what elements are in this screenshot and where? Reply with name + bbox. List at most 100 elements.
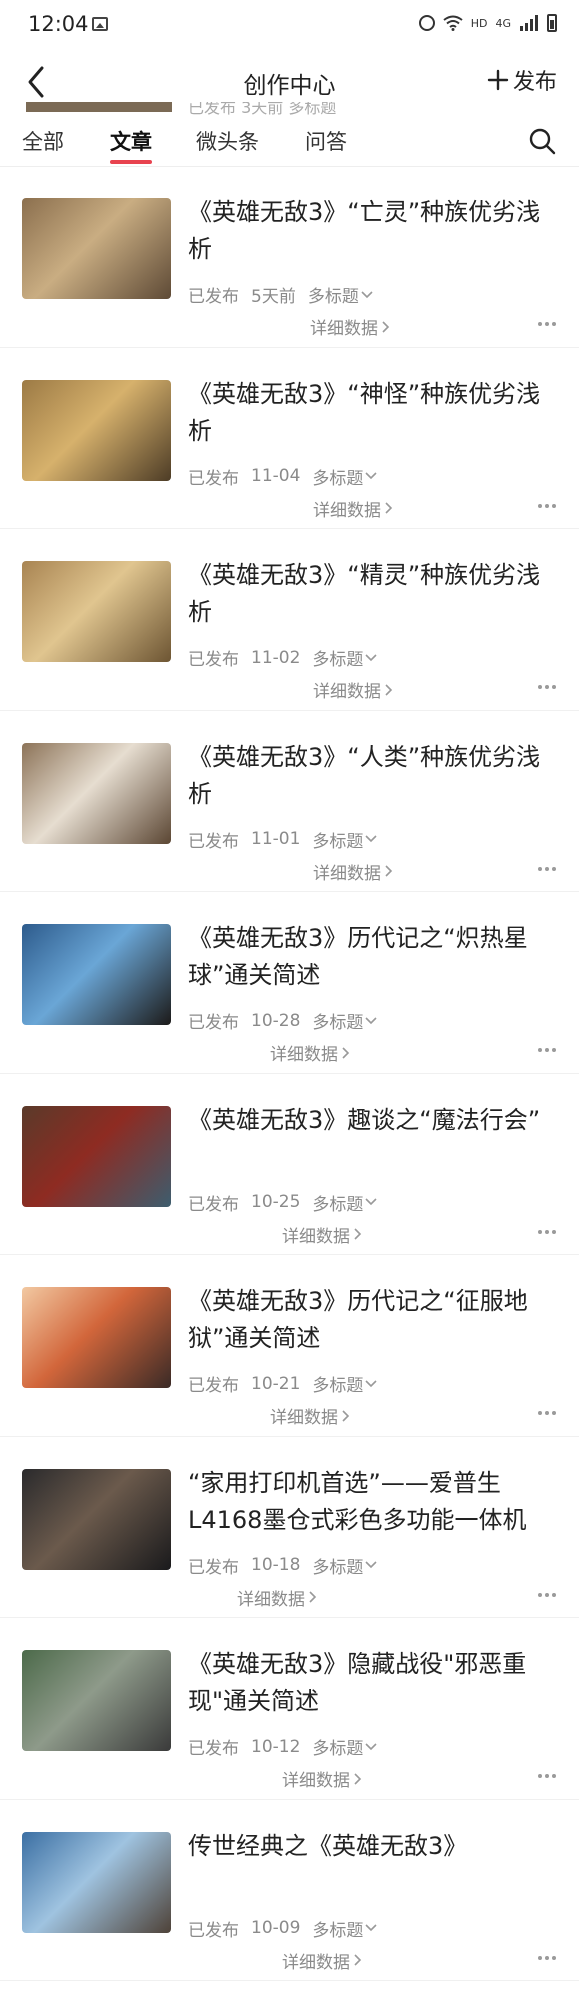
detail-data-link[interactable]: 详细数据 <box>282 1222 362 1247</box>
tab-micro-headlines[interactable]: 微头条 <box>196 126 259 156</box>
publish-time: 11-02 <box>251 647 301 668</box>
article-meta: 已发布 5天前 多标题 <box>188 282 373 307</box>
more-options-icon[interactable] <box>537 496 557 516</box>
more-options-icon[interactable] <box>537 1766 557 1786</box>
article-title[interactable]: 《英雄无敌3》“精灵”种族优劣浅析 <box>188 557 556 631</box>
detail-data-label: 详细数据 <box>270 1045 338 1065</box>
detail-data-link[interactable]: 详细数据 <box>310 314 390 339</box>
publish-time: 10-21 <box>251 1373 301 1394</box>
article-item[interactable]: 《英雄无敌3》历代记之“征服地狱”通关简述已发布 10-21 多标题详细数据 <box>0 1255 579 1437</box>
article-item[interactable]: 《英雄无敌3》“人类”种族优劣浅析 已发布 11-01 多标题 详细数据 <box>0 711 579 892</box>
publish-time: 10-18 <box>251 1555 301 1575</box>
tab-articles[interactable]: 文章 <box>110 126 152 156</box>
article-title[interactable]: 传世经典之《英雄无敌3》 <box>188 1828 556 1865</box>
publish-status: 已发布 <box>188 1376 239 1396</box>
article-thumbnail[interactable] <box>22 561 171 662</box>
chevron-right-icon <box>309 1591 317 1603</box>
detail-data-link[interactable]: 详细数据 <box>313 859 393 884</box>
multi-title-toggle[interactable]: 多标题 <box>312 1190 377 1215</box>
chevron-down-icon <box>365 653 377 661</box>
multi-title-label: 多标题 <box>312 1739 364 1759</box>
detail-data-link[interactable]: 详细数据 <box>282 1948 362 1973</box>
publish-time: 11-04 <box>251 466 301 486</box>
more-options-icon[interactable] <box>537 314 557 334</box>
active-tab-indicator <box>110 160 152 164</box>
chevron-right-icon <box>342 1046 350 1059</box>
more-options-icon[interactable] <box>537 1948 557 1968</box>
publish-label: 发布 <box>512 70 557 95</box>
publish-status: 已发布 <box>188 1739 239 1759</box>
article-meta: 已发布 10-28 多标题 <box>188 1008 377 1033</box>
detail-data-link[interactable]: 详细数据 <box>237 1585 317 1610</box>
article-thumbnail[interactable] <box>22 1650 171 1751</box>
article-item[interactable]: 《英雄无敌3》“神怪”种族优劣浅析 已发布 11-04 多标题 详细数据 <box>0 348 579 529</box>
article-title[interactable]: 《英雄无敌3》“神怪”种族优劣浅析 <box>188 376 556 450</box>
article-meta: 已发布 11-04 多标题 <box>188 464 377 489</box>
article-title[interactable]: 《英雄无敌3》“亡灵”种族优劣浅析 <box>188 194 556 268</box>
chevron-down-icon <box>365 1742 377 1750</box>
search-icon[interactable] <box>527 126 557 156</box>
status-bar: 12:04 HD 4G <box>0 0 579 52</box>
article-item[interactable]: 《英雄无敌3》历代记之“炽热星球”通关简述已发布 10-28 多标题详细数据 <box>0 892 579 1074</box>
multi-title-toggle[interactable]: 多标题 <box>312 1008 377 1033</box>
chevron-right-icon <box>342 1409 350 1422</box>
more-options-icon[interactable] <box>537 1585 557 1605</box>
article-thumbnail[interactable] <box>22 198 171 299</box>
publish-button[interactable]: 发布 <box>487 64 557 96</box>
multi-title-toggle[interactable]: 多标题 <box>312 645 377 670</box>
detail-data-label: 详细数据 <box>282 1952 350 1973</box>
article-title[interactable]: 《英雄无敌3》隐藏战役"邪恶重现"通关简述 <box>188 1646 556 1720</box>
detail-data-label: 详细数据 <box>310 319 378 339</box>
article-thumbnail[interactable] <box>22 1831 171 1933</box>
publish-time: 10-12 <box>251 1736 301 1757</box>
article-meta: 已发布 10-12 多标题 <box>188 1734 377 1759</box>
more-options-icon[interactable] <box>537 1403 557 1423</box>
article-item[interactable]: 《英雄无敌3》趣谈之“魔法行会” 已发布 10-25 多标题 详细数据 <box>0 1074 579 1255</box>
multi-title-toggle[interactable]: 多标题 <box>312 1916 377 1941</box>
multi-title-toggle[interactable]: 多标题 <box>312 1734 377 1759</box>
more-options-icon[interactable] <box>537 1040 557 1060</box>
article-title[interactable]: 《英雄无敌3》“人类”种族优劣浅析 <box>188 739 556 813</box>
network-type-label: HD <box>470 16 488 30</box>
multi-title-toggle[interactable]: 多标题 <box>312 827 377 852</box>
peek-thumbnail <box>26 102 172 112</box>
tab-qa[interactable]: 问答 <box>305 126 347 156</box>
article-item[interactable]: 《英雄无敌3》“精灵”种族优劣浅析 已发布 11-02 多标题 详细数据 <box>0 529 579 711</box>
plus-icon <box>487 69 509 91</box>
article-thumbnail[interactable] <box>22 1105 171 1207</box>
more-options-icon[interactable] <box>537 1222 557 1242</box>
article-item[interactable]: 《英雄无敌3》隐藏战役"邪恶重现"通关简述已发布 10-12 多标题详细数据 <box>0 1618 579 1800</box>
more-options-icon[interactable] <box>537 859 557 879</box>
article-item[interactable]: 《英雄无敌3》“亡灵”种族优劣浅析已发布 5天前 多标题详细数据 <box>0 166 579 348</box>
multi-title-label: 多标题 <box>312 1557 364 1578</box>
publish-time: 5天前 <box>251 287 296 307</box>
publish-time: 10-25 <box>251 1192 301 1212</box>
detail-data-link[interactable]: 详细数据 <box>282 1766 362 1791</box>
article-thumbnail[interactable] <box>22 379 171 481</box>
article-thumbnail[interactable] <box>22 1468 171 1570</box>
article-thumbnail[interactable] <box>22 742 171 844</box>
peek-previous-item: 已发布 3天前 多标题 <box>0 102 579 116</box>
multi-title-toggle[interactable]: 多标题 <box>308 282 373 307</box>
detail-data-link[interactable]: 详细数据 <box>270 1040 350 1065</box>
multi-title-toggle[interactable]: 多标题 <box>312 1371 377 1396</box>
article-title[interactable]: 《英雄无敌3》历代记之“征服地狱”通关简述 <box>188 1283 556 1357</box>
article-title[interactable]: “家用打印机首选”——爱普生L4168墨仓式彩色多功能一体机 <box>188 1465 556 1539</box>
detail-data-link[interactable]: 详细数据 <box>270 1403 350 1428</box>
article-thumbnail[interactable] <box>22 924 171 1025</box>
multi-title-toggle[interactable]: 多标题 <box>312 1553 377 1578</box>
detail-data-link[interactable]: 详细数据 <box>313 677 393 702</box>
publish-time: 11-01 <box>251 829 301 849</box>
multi-title-toggle[interactable]: 多标题 <box>312 464 377 489</box>
tab-all[interactable]: 全部 <box>22 126 64 156</box>
more-options-icon[interactable] <box>537 677 557 697</box>
article-title[interactable]: 《英雄无敌3》趣谈之“魔法行会” <box>188 1102 556 1139</box>
chevron-right-icon <box>382 320 390 333</box>
article-item[interactable]: “家用打印机首选”——爱普生L4168墨仓式彩色多功能一体机 已发布 10-18 多标… <box>0 1437 579 1618</box>
detail-data-link[interactable]: 详细数据 <box>313 496 393 521</box>
article-item[interactable]: 传世经典之《英雄无敌3》 已发布 10-09 多标题 详细数据 <box>0 1800 579 1981</box>
article-thumbnail[interactable] <box>22 1287 171 1388</box>
article-meta: 已发布 11-02 多标题 <box>188 645 377 670</box>
gallery-icon <box>92 17 108 31</box>
article-title[interactable]: 《英雄无敌3》历代记之“炽热星球”通关简述 <box>188 920 556 994</box>
